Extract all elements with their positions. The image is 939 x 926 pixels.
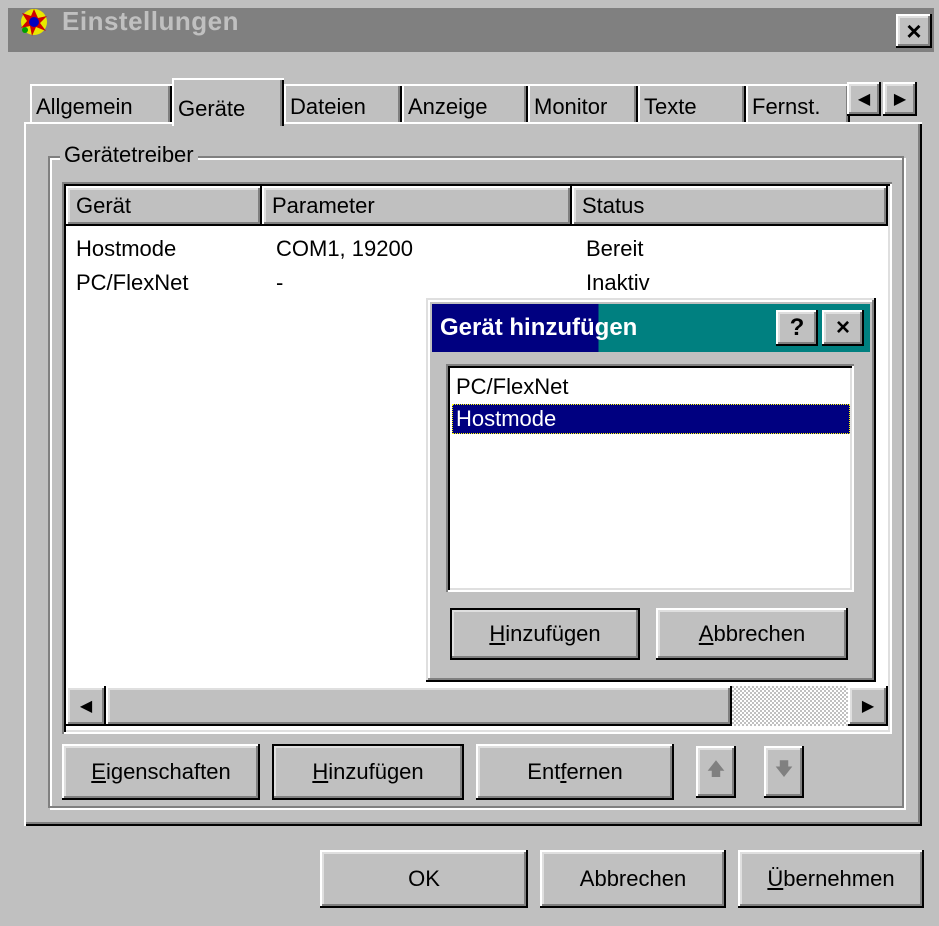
question-icon: ? [789, 314, 805, 341]
dialog-close-button[interactable]: × [822, 310, 864, 346]
dialog-add-button[interactable]: Hinzufügen [450, 608, 640, 660]
dialog-title: Gerät hinzufügen [440, 314, 638, 341]
window-title: Einstellungen [62, 6, 239, 36]
arrow-left-icon: ◀ [857, 91, 871, 108]
mnemonic: H [312, 759, 329, 784]
scroll-right-button[interactable]: ▶ [848, 686, 888, 726]
tab-dateien[interactable]: Dateien [284, 84, 402, 124]
mnemonic: A [698, 621, 714, 646]
scrollbar-thumb[interactable] [106, 686, 732, 726]
arrow-down-icon: 🡇 [774, 759, 794, 779]
mnemonic: H [489, 621, 506, 646]
button-label: ernen [566, 759, 623, 784]
table-row-cell: COM1, 19200 [276, 236, 413, 261]
tab-scroll-left-button[interactable]: ◀ [847, 82, 881, 116]
tab-label: Allgemein [36, 94, 133, 119]
mnemonic: Ü [767, 866, 784, 891]
column-header-status[interactable]: Status [572, 186, 888, 226]
tab-fernst[interactable]: Fernst. [746, 84, 850, 124]
column-label: Parameter [272, 193, 375, 218]
mnemonic: E [91, 759, 106, 784]
ok-button[interactable]: OK [320, 850, 528, 908]
app-icon [16, 4, 52, 40]
list-item-selected[interactable]: Hostmode [452, 404, 850, 434]
properties-button[interactable]: Eigenschaften [62, 744, 260, 800]
tab-label: Texte [644, 94, 697, 119]
table-row-cell: - [276, 270, 284, 295]
add-device-button[interactable]: Hinzufügen [272, 744, 464, 800]
button-label: bbrechen [713, 621, 806, 646]
button-label: igenschaften [105, 759, 231, 784]
tab-anzeige[interactable]: Anzeige [402, 84, 528, 124]
remove-device-button[interactable]: Ent f ernen [476, 744, 674, 800]
tab-label: Geräte [178, 96, 246, 121]
group-label: Gerätetreiber [60, 142, 198, 168]
tab-allgemein[interactable]: Allgemein [30, 84, 172, 124]
column-label: Status [582, 193, 645, 218]
tab-label: Fernst. [752, 94, 821, 119]
cancel-button[interactable]: Abbrechen [540, 850, 726, 908]
button-label: OK [408, 866, 440, 891]
column-label: Gerät [76, 193, 132, 218]
tab-label: Monitor [534, 94, 608, 119]
dialog-cancel-button[interactable]: Abbrechen [656, 608, 848, 660]
button-label: Ent [527, 759, 561, 784]
tab-geraete[interactable]: Geräte [172, 78, 284, 126]
arrow-up-icon: 🡅 [706, 759, 726, 779]
tab-monitor[interactable]: Monitor [528, 84, 638, 124]
scroll-left-button[interactable]: ◀ [66, 686, 106, 726]
arrow-right-icon: ▶ [893, 91, 907, 108]
move-down-button[interactable]: 🡇 [764, 746, 804, 798]
tab-scroll-right-button[interactable]: ▶ [883, 82, 917, 116]
button-label: bernehmen [783, 866, 895, 891]
help-button[interactable]: ? [776, 310, 818, 346]
tab-label: Dateien [290, 94, 366, 119]
button-label: Abbrechen [579, 866, 687, 891]
close-icon: × [906, 15, 922, 46]
apply-button[interactable]: Übernehmen [738, 850, 924, 908]
table-row-cell: Inaktiv [586, 270, 650, 295]
column-header-geraet[interactable]: Gerät [66, 186, 262, 226]
arrow-left-icon: ◀ [79, 698, 93, 715]
tab-texte[interactable]: Texte [638, 84, 746, 124]
table-row-cell[interactable]: Hostmode [76, 236, 176, 262]
button-label: inzufügen [505, 621, 601, 646]
close-icon: × [835, 314, 850, 341]
column-header-parameter[interactable]: Parameter [262, 186, 572, 226]
table-row-cell: Bereit [586, 236, 644, 261]
list-item[interactable]: PC/FlexNet [452, 372, 850, 402]
close-button[interactable]: × [896, 14, 932, 48]
table-row-cell[interactable]: PC/FlexNet [76, 270, 188, 296]
arrow-right-icon: ▶ [861, 698, 875, 715]
move-up-button[interactable]: 🡅 [696, 746, 736, 798]
tab-label: Anzeige [408, 94, 488, 119]
button-label: inzufügen [328, 759, 424, 784]
